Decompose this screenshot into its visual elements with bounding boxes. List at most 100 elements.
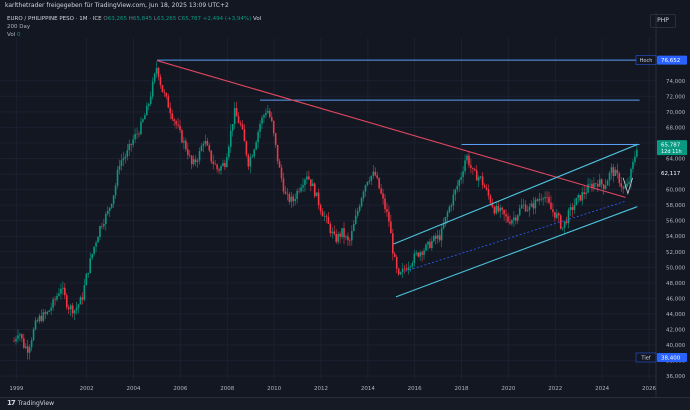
candle-body bbox=[108, 207, 111, 211]
candle-body bbox=[34, 320, 37, 330]
price-chart[interactable]: 74,00072,00070,00068,00066,00064,00062,0… bbox=[0, 0, 690, 410]
candle-body bbox=[48, 310, 50, 312]
candle-body bbox=[124, 156, 127, 159]
y-tick-label: 64,000 bbox=[666, 156, 686, 162]
candle-body bbox=[544, 197, 546, 199]
candle-body bbox=[251, 156, 254, 158]
candle-body bbox=[21, 334, 23, 339]
candle-body bbox=[532, 203, 535, 209]
candle-body bbox=[261, 117, 263, 124]
candle-body bbox=[30, 340, 33, 348]
candle-body bbox=[440, 228, 443, 241]
candle-body bbox=[147, 103, 150, 106]
candle-body bbox=[192, 159, 195, 165]
candle-body bbox=[169, 107, 172, 114]
candle-body bbox=[401, 268, 404, 273]
candle-body bbox=[210, 150, 213, 162]
candle-body bbox=[374, 171, 377, 176]
x-tick-label: 2012 bbox=[314, 386, 328, 392]
candle-body bbox=[425, 244, 427, 251]
candle-body bbox=[153, 73, 156, 82]
x-tick-label: 2010 bbox=[267, 386, 281, 392]
candle-body bbox=[278, 161, 281, 168]
candle-body bbox=[110, 203, 113, 208]
candle-body bbox=[612, 167, 615, 176]
candle-body bbox=[67, 307, 70, 310]
candle-body bbox=[306, 176, 308, 180]
candle-body bbox=[392, 233, 394, 254]
candle-body bbox=[120, 160, 123, 166]
y-tick-label: 40,000 bbox=[666, 343, 686, 349]
candle-body bbox=[583, 192, 585, 194]
candle-body bbox=[93, 246, 95, 254]
candle-body bbox=[202, 143, 205, 146]
candle-body bbox=[358, 206, 361, 212]
price-label-name: Tief bbox=[640, 355, 650, 361]
candle-body bbox=[23, 338, 25, 348]
candle-body bbox=[151, 81, 154, 97]
y-tick-label: 70,000 bbox=[666, 110, 686, 116]
candle-body bbox=[179, 125, 181, 131]
candle-body bbox=[331, 231, 334, 234]
candle-body bbox=[245, 141, 248, 156]
candle-body bbox=[218, 169, 220, 171]
candle-body bbox=[128, 143, 131, 151]
y-tick-label: 48,000 bbox=[666, 281, 686, 287]
candle-body bbox=[423, 250, 425, 255]
candle-body bbox=[237, 116, 240, 124]
candle-body bbox=[300, 187, 302, 192]
y-tick-label: 46,000 bbox=[666, 296, 686, 302]
candle-body bbox=[569, 207, 572, 211]
candle-body bbox=[622, 186, 624, 189]
candle-body bbox=[38, 315, 41, 322]
candle-body bbox=[464, 160, 466, 172]
candle-body bbox=[550, 202, 552, 210]
candle-body bbox=[360, 198, 363, 207]
candle-body bbox=[565, 221, 568, 224]
candle-body bbox=[507, 216, 509, 222]
candle-body bbox=[276, 144, 279, 162]
candle-body bbox=[559, 215, 562, 229]
candle-body bbox=[452, 194, 455, 206]
candle-body bbox=[253, 149, 255, 157]
candle-body bbox=[188, 155, 191, 156]
candle-body bbox=[269, 110, 271, 118]
candle-body bbox=[620, 183, 623, 187]
candle-body bbox=[554, 211, 556, 218]
x-tick-label: 2026 bbox=[642, 386, 656, 392]
price-label-value: 76,652 bbox=[661, 58, 680, 64]
candle-body bbox=[483, 185, 486, 188]
candle-body bbox=[183, 140, 185, 143]
candle-body bbox=[376, 175, 378, 178]
candle-body bbox=[345, 236, 347, 238]
candle-body bbox=[54, 299, 56, 300]
price-label: 65,78712d 11h bbox=[657, 140, 687, 156]
candle-body bbox=[497, 205, 500, 212]
candle-body bbox=[477, 177, 480, 181]
brand[interactable]: 17 TradingView bbox=[7, 399, 54, 407]
candle-body bbox=[368, 180, 371, 182]
candle-body bbox=[616, 169, 619, 174]
x-tick-label: 2016 bbox=[408, 386, 422, 392]
candle-body bbox=[155, 67, 158, 74]
candle-body bbox=[632, 161, 634, 169]
x-tick-label: 2006 bbox=[173, 386, 187, 392]
candle-body bbox=[319, 205, 322, 212]
candle-body bbox=[77, 304, 80, 308]
candle-body bbox=[499, 207, 501, 212]
price-label-value: 62,117 bbox=[661, 171, 681, 177]
candle-body bbox=[458, 179, 460, 186]
x-tick-label: 2020 bbox=[501, 386, 515, 392]
candle-body bbox=[52, 299, 54, 308]
candle-body bbox=[132, 139, 134, 145]
candle-body bbox=[224, 163, 226, 168]
candle-body bbox=[411, 263, 414, 267]
x-tick-label: 2008 bbox=[220, 386, 234, 392]
candle-body bbox=[581, 192, 583, 201]
candle-body bbox=[386, 209, 388, 212]
candle-body bbox=[433, 235, 435, 242]
candle-body bbox=[73, 310, 76, 314]
candle-body bbox=[520, 205, 523, 209]
candle-body bbox=[257, 131, 259, 143]
y-tick-label: 74,000 bbox=[666, 79, 686, 85]
